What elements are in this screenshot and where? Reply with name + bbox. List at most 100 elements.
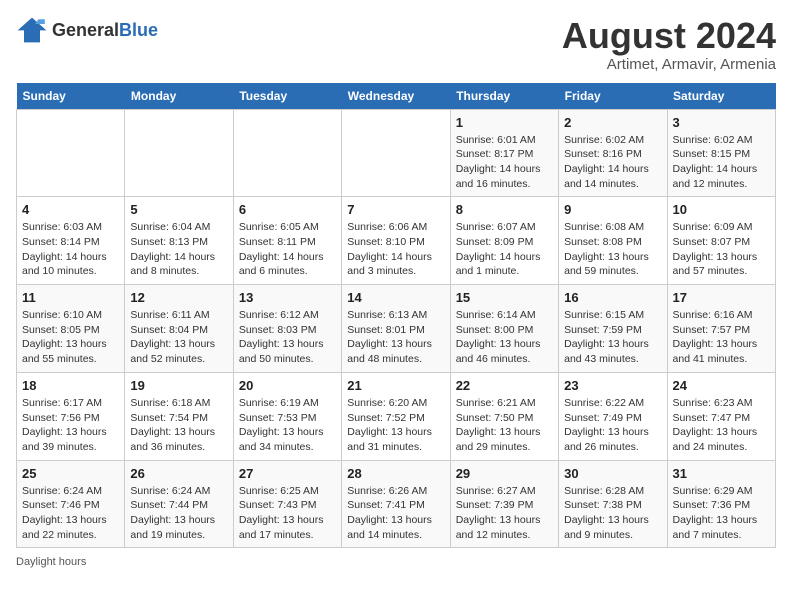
day-number: 25 [22, 466, 119, 481]
day-cell [233, 109, 341, 197]
day-number: 22 [456, 378, 553, 393]
day-number: 28 [347, 466, 444, 481]
day-info: Sunrise: 6:20 AM Sunset: 7:52 PM Dayligh… [347, 396, 444, 455]
day-info: Sunrise: 6:24 AM Sunset: 7:44 PM Dayligh… [130, 484, 227, 543]
day-info: Sunrise: 6:23 AM Sunset: 7:47 PM Dayligh… [673, 396, 770, 455]
main-title: August 2024 [562, 16, 776, 56]
header-monday: Monday [125, 83, 233, 110]
footer: Daylight hours [16, 556, 776, 568]
week-row-4: 25 Sunrise: 6:24 AM Sunset: 7:46 PM Dayli… [17, 460, 776, 548]
day-number: 27 [239, 466, 336, 481]
week-row-1: 4 Sunrise: 6:03 AM Sunset: 8:14 PM Daylig… [17, 197, 776, 285]
day-info: Sunrise: 6:22 AM Sunset: 7:49 PM Dayligh… [564, 396, 661, 455]
title-block: August 2024 Artimet, Armavir, Armenia [562, 16, 776, 73]
day-number: 3 [673, 115, 770, 130]
logo-general: General [52, 20, 119, 41]
day-cell: 2Sunrise: 6:02 AM Sunset: 8:16 PM Daylig… [559, 109, 667, 197]
day-number: 14 [347, 290, 444, 305]
day-cell: 7Sunrise: 6:06 AM Sunset: 8:10 PM Daylig… [342, 197, 450, 285]
day-cell: 15 Sunrise: 6:14 AM Sunset: 8:00 PM Dayli… [450, 285, 558, 373]
day-cell: 25 Sunrise: 6:24 AM Sunset: 7:46 PM Dayli… [17, 460, 125, 548]
day-cell: 18 Sunrise: 6:17 AM Sunset: 7:56 PM Dayli… [17, 372, 125, 460]
day-cell: 17Sunrise: 6:16 AM Sunset: 7:57 PM Dayli… [667, 285, 775, 373]
day-info: Sunrise: 6:27 AM Sunset: 7:39 PM Dayligh… [456, 484, 553, 543]
day-cell: 23 Sunrise: 6:22 AM Sunset: 7:49 PM Dayli… [559, 372, 667, 460]
day-info: Sunrise: 6:26 AM Sunset: 7:41 PM Dayligh… [347, 484, 444, 543]
header-wednesday: Wednesday [342, 83, 450, 110]
day-number: 8 [456, 202, 553, 217]
day-number: 21 [347, 378, 444, 393]
day-info: Sunrise: 6:12 AM Sunset: 8:03 PM Dayligh… [239, 308, 336, 367]
day-number: 5 [130, 202, 227, 217]
day-number: 15 [456, 290, 553, 305]
day-info: Sunrise: 6:03 AM Sunset: 8:14 PM Dayligh… [22, 220, 119, 279]
day-info: Sunrise: 6:11 AM Sunset: 8:04 PM Dayligh… [130, 308, 227, 367]
day-cell: 29Sunrise: 6:27 AM Sunset: 7:39 PM Dayli… [450, 460, 558, 548]
day-number: 10 [673, 202, 770, 217]
day-cell: 27 Sunrise: 6:25 AM Sunset: 7:43 PM Dayli… [233, 460, 341, 548]
day-cell: 20Sunrise: 6:19 AM Sunset: 7:53 PM Dayli… [233, 372, 341, 460]
day-info: Sunrise: 6:06 AM Sunset: 8:10 PM Dayligh… [347, 220, 444, 279]
logo-blue: Blue [119, 20, 158, 41]
day-cell: 31Sunrise: 6:29 AM Sunset: 7:36 PM Dayli… [667, 460, 775, 548]
day-number: 19 [130, 378, 227, 393]
day-info: Sunrise: 6:14 AM Sunset: 8:00 PM Dayligh… [456, 308, 553, 367]
day-number: 12 [130, 290, 227, 305]
day-cell: 5 Sunrise: 6:04 AM Sunset: 8:13 PM Daylig… [125, 197, 233, 285]
page-header: General Blue August 2024 Artimet, Armavi… [16, 16, 776, 73]
day-info: Sunrise: 6:25 AM Sunset: 7:43 PM Dayligh… [239, 484, 336, 543]
day-cell: 30 Sunrise: 6:28 AM Sunset: 7:38 PM Dayli… [559, 460, 667, 548]
day-cell: 10Sunrise: 6:09 AM Sunset: 8:07 PM Dayli… [667, 197, 775, 285]
day-info: Sunrise: 6:13 AM Sunset: 8:01 PM Dayligh… [347, 308, 444, 367]
day-info: Sunrise: 6:21 AM Sunset: 7:50 PM Dayligh… [456, 396, 553, 455]
day-info: Sunrise: 6:15 AM Sunset: 7:59 PM Dayligh… [564, 308, 661, 367]
day-cell: 19 Sunrise: 6:18 AM Sunset: 7:54 PM Dayli… [125, 372, 233, 460]
day-info: Sunrise: 6:17 AM Sunset: 7:56 PM Dayligh… [22, 396, 119, 455]
day-info: Sunrise: 6:07 AM Sunset: 8:09 PM Dayligh… [456, 220, 553, 279]
day-info: Sunrise: 6:02 AM Sunset: 8:16 PM Dayligh… [564, 133, 661, 192]
day-number: 16 [564, 290, 661, 305]
subtitle: Artimet, Armavir, Armenia [562, 56, 776, 73]
day-cell: 6Sunrise: 6:05 AM Sunset: 8:11 PM Daylig… [233, 197, 341, 285]
day-number: 24 [673, 378, 770, 393]
day-cell [342, 109, 450, 197]
day-number: 18 [22, 378, 119, 393]
day-cell: 24 Sunrise: 6:23 AM Sunset: 7:47 PM Dayli… [667, 372, 775, 460]
day-info: Sunrise: 6:05 AM Sunset: 8:11 PM Dayligh… [239, 220, 336, 279]
day-number: 30 [564, 466, 661, 481]
day-info: Sunrise: 6:19 AM Sunset: 7:53 PM Dayligh… [239, 396, 336, 455]
header-sunday: Sunday [17, 83, 125, 110]
calendar-table: SundayMondayTuesdayWednesdayThursdayFrid… [16, 83, 776, 549]
day-info: Sunrise: 6:02 AM Sunset: 8:15 PM Dayligh… [673, 133, 770, 192]
day-cell: 13 Sunrise: 6:12 AM Sunset: 8:03 PM Dayli… [233, 285, 341, 373]
day-number: 1 [456, 115, 553, 130]
footer-text: Daylight hours [16, 556, 86, 568]
day-info: Sunrise: 6:29 AM Sunset: 7:36 PM Dayligh… [673, 484, 770, 543]
header-tuesday: Tuesday [233, 83, 341, 110]
day-number: 4 [22, 202, 119, 217]
week-row-3: 18 Sunrise: 6:17 AM Sunset: 7:56 PM Dayli… [17, 372, 776, 460]
day-info: Sunrise: 6:24 AM Sunset: 7:46 PM Dayligh… [22, 484, 119, 543]
day-cell: 16 Sunrise: 6:15 AM Sunset: 7:59 PM Dayli… [559, 285, 667, 373]
day-cell: 11Sunrise: 6:10 AM Sunset: 8:05 PM Dayli… [17, 285, 125, 373]
day-cell: 21 Sunrise: 6:20 AM Sunset: 7:52 PM Dayli… [342, 372, 450, 460]
day-cell: 22 Sunrise: 6:21 AM Sunset: 7:50 PM Dayli… [450, 372, 558, 460]
day-cell: 12 Sunrise: 6:11 AM Sunset: 8:04 PM Dayli… [125, 285, 233, 373]
day-number: 26 [130, 466, 227, 481]
day-cell: 8 Sunrise: 6:07 AM Sunset: 8:09 PM Daylig… [450, 197, 558, 285]
calendar-header-row: SundayMondayTuesdayWednesdayThursdayFrid… [17, 83, 776, 110]
day-info: Sunrise: 6:08 AM Sunset: 8:08 PM Dayligh… [564, 220, 661, 279]
day-number: 13 [239, 290, 336, 305]
day-info: Sunrise: 6:28 AM Sunset: 7:38 PM Dayligh… [564, 484, 661, 543]
day-info: Sunrise: 6:04 AM Sunset: 8:13 PM Dayligh… [130, 220, 227, 279]
day-info: Sunrise: 6:01 AM Sunset: 8:17 PM Dayligh… [456, 133, 553, 192]
day-cell: 4 Sunrise: 6:03 AM Sunset: 8:14 PM Daylig… [17, 197, 125, 285]
day-info: Sunrise: 6:10 AM Sunset: 8:05 PM Dayligh… [22, 308, 119, 367]
logo: General Blue [16, 16, 158, 44]
day-cell: 1 Sunrise: 6:01 AM Sunset: 8:17 PM Daylig… [450, 109, 558, 197]
day-cell: 14 Sunrise: 6:13 AM Sunset: 8:01 PM Dayli… [342, 285, 450, 373]
day-number: 23 [564, 378, 661, 393]
header-friday: Friday [559, 83, 667, 110]
header-saturday: Saturday [667, 83, 775, 110]
day-info: Sunrise: 6:18 AM Sunset: 7:54 PM Dayligh… [130, 396, 227, 455]
